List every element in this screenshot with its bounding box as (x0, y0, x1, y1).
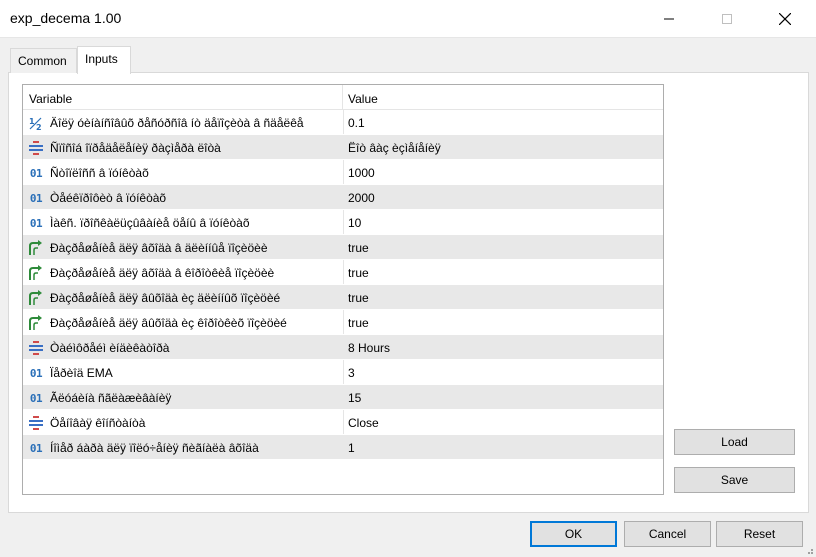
bool-icon (28, 315, 44, 331)
inputs-grid: Variable Value 1 2 Äîëÿ óèíàíñîâûõ ðåñóðñî… (22, 84, 664, 495)
variable-value[interactable]: 2000 (348, 191, 375, 205)
variable-value[interactable]: 15 (348, 391, 361, 405)
tab-common[interactable]: Common (10, 48, 77, 73)
int-icon: 01 (28, 190, 44, 206)
int-icon: 01 (28, 440, 44, 456)
variable-value[interactable]: true (348, 291, 369, 305)
bool-icon (28, 290, 44, 306)
variable-name: Öåíîâàÿ êîíñòàíòà (50, 416, 146, 430)
int-icon-glyph: 01 (29, 391, 43, 405)
variable-name: Äîëÿ óèíàíñîâûõ ðåñóðñîâ íò äåïîçèòà â ñ… (50, 116, 304, 130)
table-row[interactable]: Ñïîñîá îïðåäåëåíèÿ ðàçìåðà ëîòà Ëîò âàç è… (23, 135, 663, 160)
title-bar: exp_decema 1.00 (0, 0, 816, 38)
grid-header: Variable Value (23, 85, 663, 110)
int-icon: 01 (28, 365, 44, 381)
minimize-icon (664, 18, 674, 20)
table-row[interactable]: 01 Ìàêñ. ïðîñêàëüçûâàíèå öåíû â ïóíêòàõ 10 (23, 210, 663, 235)
variable-name: Ðàçðåøåíèå äëÿ âûõîäà èç äëèííûõ ïîçèöèé (50, 291, 281, 305)
variable-name: Ìàêñ. ïðîñêàëüçûâàíèå öåíû â ïóíêòàõ (50, 216, 250, 230)
cancel-button[interactable]: Cancel (624, 521, 711, 547)
variable-value[interactable]: Ëîò âàç èçìåíåíèÿ (348, 141, 441, 155)
variable-value[interactable]: 8 Hours (348, 341, 390, 355)
variable-value[interactable]: 1 (348, 441, 355, 455)
maximize-icon (722, 14, 732, 24)
variable-value[interactable]: true (348, 316, 369, 330)
enum-icon (28, 140, 44, 156)
minimize-button[interactable] (646, 0, 692, 38)
enum-icon (28, 340, 44, 356)
close-button[interactable] (762, 0, 808, 38)
table-row[interactable]: Òàéìôðåéì èíäèêàòîðà 8 Hours (23, 335, 663, 360)
table-row[interactable]: Öåíîâàÿ êîíñòàíòà Close (23, 410, 663, 435)
table-row[interactable]: Ðàçðåøåíèå äëÿ âûõîäà èç äëèííûõ ïîçèöèé… (23, 285, 663, 310)
variable-value[interactable]: Close (348, 416, 379, 430)
variable-value[interactable]: 1000 (348, 166, 375, 180)
table-row[interactable]: Ðàçðåøåíèå äëÿ âûõîäà èç êîðîòêèõ ïîçèöè… (23, 310, 663, 335)
table-row[interactable]: 1 2 Äîëÿ óèíàíñîâûõ ðåñóðñîâ íò äåïîçèòà â… (23, 110, 663, 135)
variable-value[interactable]: 10 (348, 216, 361, 230)
variable-value[interactable]: true (348, 266, 369, 280)
reset-button[interactable]: Reset (716, 521, 803, 547)
close-icon (779, 13, 791, 25)
load-button[interactable]: Load (674, 429, 795, 455)
variable-name: Ðàçðåøåíèå äëÿ âõîäà â äëèííûå ïîçèöèè (50, 241, 268, 255)
table-row[interactable]: Ðàçðåøåíèå äëÿ âõîäà â êîðîòêèå ïîçèöèè t… (23, 260, 663, 285)
tab-inputs[interactable]: Inputs (77, 46, 131, 74)
save-button[interactable]: Save (674, 467, 795, 493)
variable-value[interactable]: 0.1 (348, 116, 365, 130)
variable-name: Òåéêïðîôèò â ïóíêòàõ (50, 191, 167, 205)
variable-name: Ðàçðåøåíèå äëÿ âõîäà â êîðîòêèå ïîçèöèè (50, 266, 275, 280)
enum-icon (28, 415, 44, 431)
bool-icon (28, 265, 44, 281)
ok-button[interactable]: OK (530, 521, 617, 547)
int-icon-glyph: 01 (29, 366, 43, 380)
variable-name: Ïåðèîä EMA (50, 366, 113, 380)
variable-name: Ðàçðåøåíèå äëÿ âûõîäà èç êîðîòêèõ ïîçèöè… (50, 316, 287, 330)
window-title: exp_decema 1.00 (10, 10, 122, 26)
int-icon-glyph: 01 (29, 191, 43, 205)
table-row[interactable]: 01 Ãëóáèíà ñãëàæèâàíèÿ 15 (23, 385, 663, 410)
int-icon-glyph: 01 (29, 166, 43, 180)
variable-name: Ñòîïëîññ â ïóíêòàõ (50, 166, 149, 180)
int-icon: 01 (28, 390, 44, 406)
fraction-icon: 12 (28, 115, 44, 131)
variable-name: Íîìåð áàðà äëÿ ïîëó÷åíèÿ ñèãíàëà âõîäà (50, 441, 259, 455)
int-icon: 01 (28, 215, 44, 231)
variable-name: Ñïîñîá îïðåäåëåíèÿ ðàçìåðà ëîòà (50, 141, 221, 155)
variable-column-header[interactable]: Variable (23, 85, 343, 110)
resize-grip-icon[interactable] (804, 545, 814, 555)
svg-text:2: 2 (36, 123, 42, 131)
int-icon-glyph: 01 (29, 216, 43, 230)
variable-value[interactable]: true (348, 241, 369, 255)
value-column-header[interactable]: Value (343, 85, 663, 110)
variable-value[interactable]: 3 (348, 366, 355, 380)
variable-name: Ãëóáèíà ñãëàæèâàíèÿ (50, 391, 172, 405)
variable-name: Òàéìôðåéì èíäèêàòîðà (50, 341, 170, 355)
table-row[interactable]: 01 Òåéêïðîôèò â ïóíêòàõ 2000 (23, 185, 663, 210)
int-icon: 01 (28, 165, 44, 181)
table-row[interactable]: 01 Ïåðèîä EMA 3 (23, 360, 663, 385)
bool-icon (28, 240, 44, 256)
table-row[interactable]: 01 Ñòîïëîññ â ïóíêòàõ 1000 (23, 160, 663, 185)
int-icon-glyph: 01 (29, 441, 43, 455)
table-row[interactable]: 01 Íîìåð áàðà äëÿ ïîëó÷åíèÿ ñèãíàëà âõîäà… (23, 435, 663, 460)
maximize-button (704, 0, 750, 38)
table-row[interactable]: Ðàçðåøåíèå äëÿ âõîäà â äëèííûå ïîçèöèè tr… (23, 235, 663, 260)
